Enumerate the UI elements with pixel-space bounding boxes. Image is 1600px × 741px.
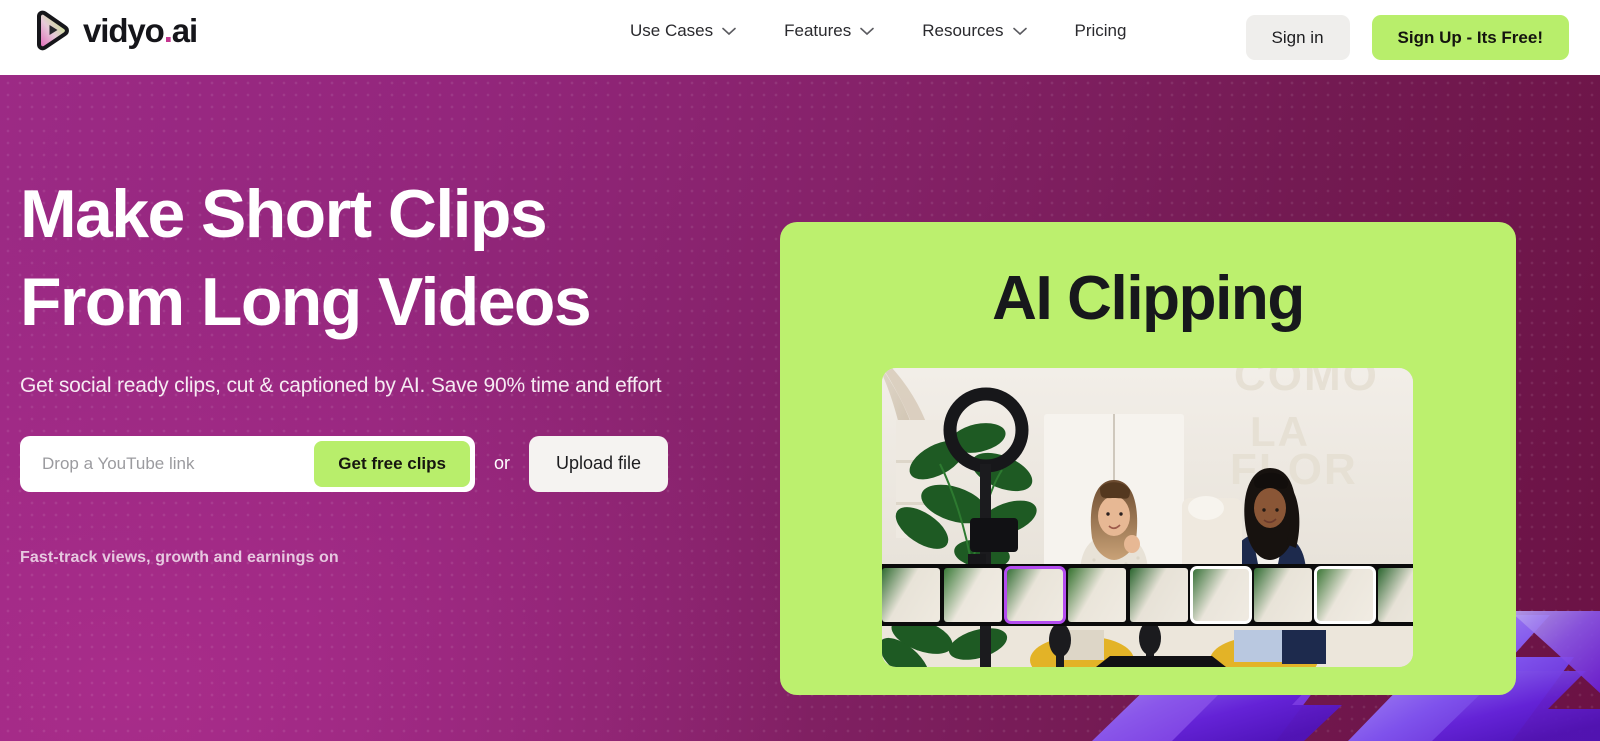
timeline-filmstrip[interactable] <box>882 564 1413 626</box>
card-title: AI Clipping <box>992 264 1305 333</box>
timeline-frame[interactable] <box>882 568 940 622</box>
main-navigation: Use Cases Features Resources Pricing <box>630 22 1126 39</box>
svg-text:COMO: COMO <box>1234 368 1379 400</box>
nav-item-label: Resources <box>922 21 1004 40</box>
hero-section: Make Short Clips From Long Videos Get so… <box>0 75 1600 741</box>
play-triangle-gradient-icon <box>30 8 74 52</box>
timeline-frame-marked[interactable] <box>1314 566 1376 624</box>
ai-clipping-card: AI Clipping COMO LA FLOR <box>780 222 1516 695</box>
timeline-frame[interactable] <box>944 568 1002 622</box>
chevron-down-icon <box>860 22 875 39</box>
logo-text: vidyo.ai <box>83 11 198 49</box>
nav-item-pricing[interactable]: Pricing <box>1075 22 1127 39</box>
headline-line-1: Make Short Clips <box>20 176 548 252</box>
hero-copy: Make Short Clips From Long Videos Get so… <box>20 170 760 567</box>
sign-up-button[interactable]: Sign Up - Its Free! <box>1371 15 1569 60</box>
nav-item-use-cases[interactable]: Use Cases <box>630 22 736 39</box>
nav-item-features[interactable]: Features <box>784 21 875 40</box>
nav-item-label: Use Cases <box>630 21 714 40</box>
nav-item-label: Features <box>784 21 852 40</box>
chevron-down-icon <box>1012 22 1027 39</box>
nav-item-label: Pricing <box>1074 21 1127 40</box>
timeline-frame[interactable] <box>1130 568 1188 622</box>
get-free-clips-button[interactable]: Get free clips <box>314 440 470 487</box>
youtube-link-input[interactable] <box>20 440 315 487</box>
timeline-frame[interactable] <box>1068 568 1126 622</box>
timeline-frame-selected[interactable] <box>1004 566 1066 624</box>
hero-subtitle: Get social ready clips, cut & captioned … <box>20 373 662 397</box>
chevron-down-icon <box>722 22 736 39</box>
logo-text-suffix: ai <box>171 11 198 49</box>
logo[interactable]: vidyo.ai <box>30 8 198 52</box>
hero-cta-row: Get free clips or Upload file <box>20 435 760 492</box>
timeline-frame[interactable] <box>1254 568 1312 622</box>
fast-track-label: Fast-track views, growth and earnings on <box>20 548 339 566</box>
timeline-frame[interactable] <box>1378 568 1413 622</box>
nav-item-resources[interactable]: Resources <box>922 21 1027 40</box>
youtube-link-input-group: Get free clips <box>20 435 475 492</box>
timeline-thumbnails <box>882 566 1413 624</box>
headline-line-2: From Long Videos <box>20 264 592 341</box>
logo-text-main: vidyo <box>83 11 165 49</box>
page-title: Make Short Clips From Long Videos <box>20 170 760 347</box>
sign-in-button[interactable]: Sign in <box>1245 15 1350 60</box>
logo-text-dot: . <box>163 11 173 49</box>
or-separator: or <box>494 453 511 474</box>
video-preview-thumbnail[interactable]: COMO LA FLOR <box>882 368 1413 667</box>
upload-file-button[interactable]: Upload file <box>529 435 669 492</box>
site-header: vidyo.ai Use Cases Features Resources Pr… <box>0 0 1600 75</box>
header-actions: Sign in Sign Up - Its Free! <box>1245 15 1569 60</box>
timeline-frame-marked[interactable] <box>1190 566 1252 624</box>
